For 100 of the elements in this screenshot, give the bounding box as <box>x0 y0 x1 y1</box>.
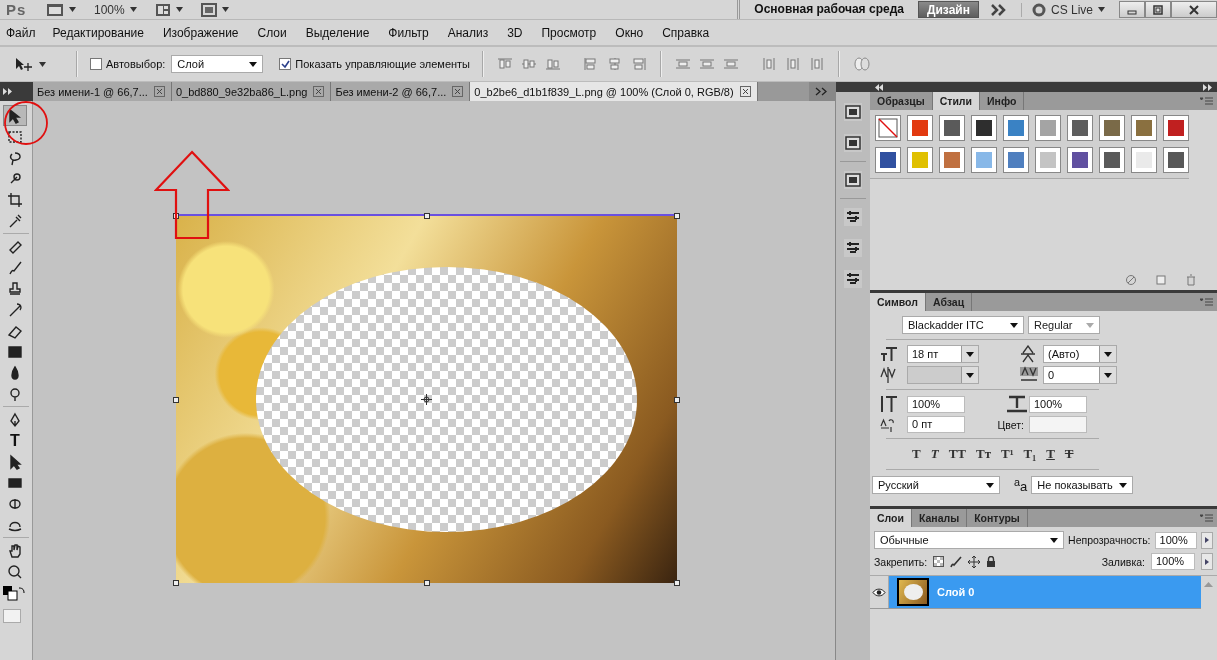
style-swatch[interactable] <box>1003 115 1029 141</box>
menu-item[interactable]: Слои <box>257 25 295 40</box>
subscript-button[interactable]: T₁ <box>1023 446 1037 462</box>
style-swatch[interactable] <box>907 147 933 173</box>
transform-handle[interactable] <box>674 580 680 586</box>
minimize-button[interactable] <box>1119 1 1145 18</box>
align-icon[interactable] <box>631 57 648 71</box>
kerning-field[interactable] <box>907 366 979 384</box>
document-tab[interactable]: Без имени-1 @ 66,7... <box>33 82 172 101</box>
transform-handle[interactable] <box>674 396 680 403</box>
tool-preset-picker[interactable] <box>14 57 46 71</box>
transform-handle[interactable] <box>674 213 680 219</box>
cs-live-button[interactable]: CS Live <box>1020 2 1105 17</box>
document-tab[interactable]: 0_bd880_9e32ba86_L.png <box>171 82 332 101</box>
double-chevron-icon[interactable] <box>815 87 829 96</box>
close-icon[interactable] <box>739 86 751 97</box>
style-swatch[interactable] <box>971 147 997 173</box>
font-family-dropdown[interactable]: Blackadder ITC <box>902 316 1024 334</box>
close-button[interactable] <box>1171 1 1217 18</box>
transform-handle[interactable] <box>173 213 179 219</box>
style-swatch[interactable] <box>1163 115 1189 141</box>
close-icon[interactable] <box>313 86 325 97</box>
close-icon[interactable] <box>452 86 464 97</box>
language-dropdown[interactable]: Русский <box>872 476 1000 495</box>
style-swatch[interactable] <box>1131 115 1157 141</box>
style-swatch[interactable] <box>1067 115 1093 141</box>
bold-button[interactable]: T <box>912 446 921 462</box>
double-chevron-icon[interactable] <box>990 3 1007 16</box>
style-swatch[interactable] <box>1035 147 1061 173</box>
panel-tab[interactable]: Слои <box>870 509 912 527</box>
move-tool[interactable] <box>3 105 27 126</box>
auto-select-checkbox[interactable] <box>90 58 102 70</box>
panel-tab[interactable]: Контуры <box>967 509 1028 527</box>
panel-tab[interactable]: Каналы <box>912 509 968 527</box>
panel-menu-icon[interactable] <box>1200 514 1213 522</box>
menu-item[interactable]: Справка <box>662 25 718 40</box>
menu-item[interactable]: Выделение <box>305 25 378 40</box>
panel-menu-icon[interactable] <box>1200 298 1213 306</box>
caps-button[interactable]: TT <box>948 446 966 462</box>
no-style-swatch[interactable] <box>875 115 901 141</box>
maximize-button[interactable] <box>1145 1 1171 18</box>
screen-mode-button[interactable] <box>200 2 229 17</box>
visibility-toggle[interactable] <box>870 576 889 608</box>
panel-tab[interactable]: Символ <box>870 293 926 311</box>
small-caps-button[interactable]: Tт <box>975 446 992 462</box>
fill-slider-button[interactable] <box>1201 553 1213 570</box>
menu-item[interactable]: Просмотр <box>541 25 605 40</box>
font-size-field[interactable]: 18 пт <box>907 345 979 363</box>
align-icon[interactable] <box>521 57 538 71</box>
new-style-icon[interactable] <box>1155 274 1167 286</box>
brush-icon[interactable] <box>950 555 963 568</box>
antialias-dropdown[interactable]: Не показывать <box>1031 476 1134 495</box>
close-icon[interactable] <box>153 86 165 97</box>
vertical-scale-field[interactable]: 100% <box>907 395 965 413</box>
opacity-slider-button[interactable] <box>1201 531 1213 549</box>
align-icon[interactable] <box>545 57 562 71</box>
transform-handle[interactable] <box>423 580 430 586</box>
menu-item[interactable]: Фильтр <box>388 25 437 40</box>
style-swatch[interactable] <box>1099 115 1125 141</box>
horizontal-scale-field[interactable]: 100% <box>1029 395 1087 413</box>
align-icon[interactable] <box>497 57 514 71</box>
style-swatch[interactable] <box>907 115 933 141</box>
style-swatch[interactable] <box>971 115 997 141</box>
panel-tab[interactable]: Стили <box>932 92 980 110</box>
menu-item[interactable]: Редактирование <box>52 25 152 40</box>
arrange-button[interactable] <box>154 2 183 17</box>
opacity-field[interactable]: 100% <box>1154 531 1198 549</box>
menu-item[interactable]: Анализ <box>447 25 497 40</box>
italic-button[interactable]: T <box>930 446 939 462</box>
style-swatch[interactable] <box>875 147 901 173</box>
bridge-button[interactable] <box>46 2 76 17</box>
style-swatch[interactable] <box>939 115 965 141</box>
transform-handle[interactable] <box>173 580 179 586</box>
type-tool[interactable]: T <box>3 430 27 451</box>
document-tab[interactable]: 0_b2be6_d1b1f839_L.png @ 100% (Слой 0, RGB/8) <box>470 82 758 101</box>
menu-item[interactable]: 3D <box>507 25 531 40</box>
style-swatch[interactable] <box>1163 147 1189 173</box>
baseline-shift-field[interactable]: 0 пт <box>907 416 965 433</box>
menu-item[interactable]: Файл <box>6 25 44 40</box>
style-swatch[interactable] <box>1131 147 1157 173</box>
transform-handle[interactable] <box>423 213 430 219</box>
expand-icon[interactable] <box>3 88 13 95</box>
style-swatch[interactable] <box>939 147 965 173</box>
zoom-dropdown[interactable]: 100% <box>94 2 137 17</box>
underline-button[interactable]: T <box>1046 446 1055 462</box>
document-tab[interactable]: Без имени-2 @ 66,7... <box>331 82 471 101</box>
panel-tab[interactable]: Абзац <box>925 293 973 311</box>
lock-icon[interactable] <box>986 556 997 567</box>
design-button[interactable]: Дизайн <box>917 1 979 18</box>
show-controls-checkbox[interactable] <box>279 58 292 70</box>
lock-transparency-icon[interactable] <box>933 556 945 567</box>
menu-item[interactable]: Окно <box>615 25 652 40</box>
superscript-button[interactable]: T¹ <box>1001 446 1014 462</box>
fill-field[interactable]: 100% <box>1151 553 1195 570</box>
move-icon[interactable] <box>968 555 981 568</box>
style-swatch[interactable] <box>1099 147 1125 173</box>
blend-mode-dropdown[interactable]: Обычные <box>874 531 1065 549</box>
style-swatch[interactable] <box>1003 147 1029 173</box>
style-swatch[interactable] <box>1067 147 1093 173</box>
clear-style-icon[interactable] <box>1125 274 1137 286</box>
